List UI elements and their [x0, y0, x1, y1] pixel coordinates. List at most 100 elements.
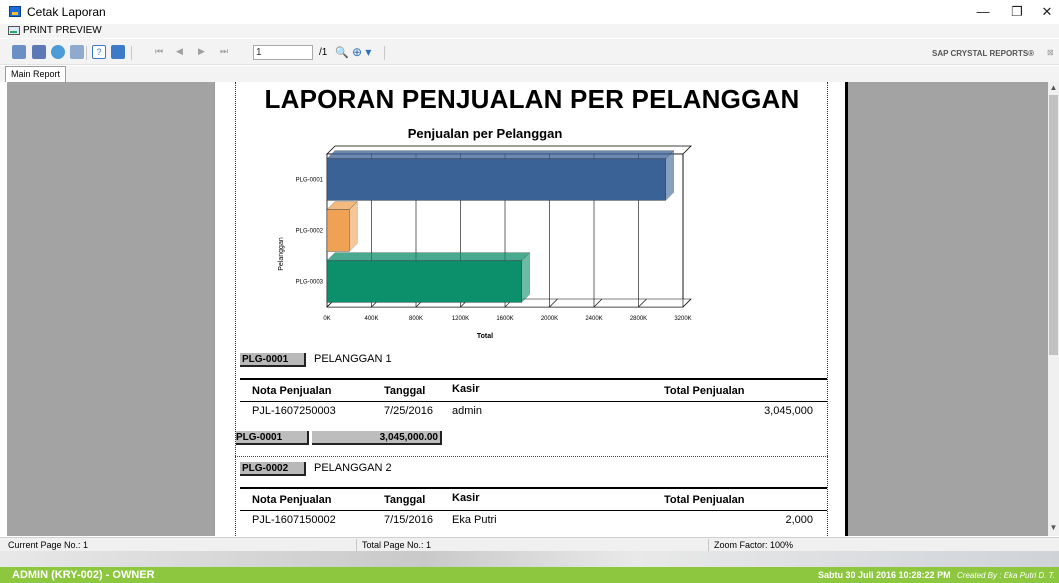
cell-total: 2,000: [785, 514, 813, 526]
summary-total: 3,045,000.00: [312, 431, 442, 445]
vertical-scrollbar[interactable]: ▲ ▼: [1048, 82, 1059, 536]
prev-page-icon[interactable]: ◀: [176, 46, 183, 57]
zoom-status: Zoom Factor: 100%: [714, 540, 794, 550]
category-label: PLG-0003: [296, 280, 324, 286]
category-label: PLG-0001: [296, 178, 324, 184]
bar-side: [349, 201, 358, 252]
report-viewer: LAPORAN PENJUALAN PER PELANGGAN Penjuala…: [7, 82, 1048, 536]
credit: Created By : Eka Putri D. T.: [957, 571, 1055, 580]
title-bar: Cetak Laporan — ❐ ✕: [0, 0, 1059, 24]
group-tree-icon[interactable]: [111, 45, 125, 59]
close-view-icon[interactable]: ⊠: [1047, 48, 1054, 57]
status-separator: [356, 539, 357, 551]
group-code: PLG-0001: [240, 353, 306, 367]
last-page-icon[interactable]: ⏭: [220, 46, 228, 57]
col-kasir: Kasir: [452, 383, 480, 395]
viewer-toolbar: ? ⏮ ◀ ▶ ⏭ 1 /1 🔍 ⊕ ▾ SAP CRYSTAL REPORTS…: [0, 39, 1059, 65]
bar-side: [665, 150, 674, 201]
x-tick-label: 3200K: [674, 316, 691, 322]
minimize-button[interactable]: —: [966, 2, 1000, 22]
print-preview-menu[interactable]: PRINT PREVIEW: [8, 25, 102, 36]
chart-plot: 0K 400K 800K 1200K 1600K 2000K 2400K 2800K 3200K…: [296, 145, 692, 322]
cell-total: 3,045,000: [764, 405, 813, 417]
datetime: Sabtu 30 Juli 2016 10:28:22 PM: [818, 570, 951, 580]
summary-code: PLG-0001: [236, 431, 309, 445]
cell-nota: PJL-1607250003: [252, 405, 336, 417]
crystal-reports-brand: SAP CRYSTAL REPORTS®: [932, 49, 1035, 58]
table-header: Nota Penjualan Tanggal Kasir Total Penju…: [240, 378, 827, 402]
zoom-icon[interactable]: ⊕ ▾: [352, 45, 371, 59]
scroll-down-icon[interactable]: ▼: [1049, 523, 1058, 532]
total-page-status: Total Page No.: 1: [362, 540, 432, 550]
group-name: PELANGGAN 1: [314, 353, 392, 365]
page-total: /1: [319, 47, 328, 58]
status-bar: Current Page No.: 1 Total Page No.: 1 Zo…: [0, 537, 1059, 551]
x-tick-label: 2400K: [585, 316, 602, 322]
page-number-input[interactable]: 1: [253, 45, 313, 60]
scroll-thumb[interactable]: [1049, 95, 1058, 355]
app-status-bar: ADMIN (KRY-002) - OWNER Sabtu 30 Juli 20…: [0, 567, 1059, 583]
x-tick-label: 400K: [364, 316, 378, 322]
status-separator: [708, 539, 709, 551]
copy-icon[interactable]: [70, 45, 84, 59]
current-page-status: Current Page No.: 1: [8, 540, 89, 550]
cell-tanggal: 7/25/2016: [384, 405, 433, 417]
chart-title: Penjualan per Pelanggan: [408, 126, 563, 141]
col-total: Total Penjualan: [664, 385, 745, 397]
logged-user: ADMIN (KRY-002) - OWNER: [12, 569, 155, 581]
menu-bar: PRINT PREVIEW: [0, 24, 1059, 38]
group-name: PELANGGAN 2: [314, 462, 392, 474]
col-tanggal: Tanggal: [384, 385, 426, 397]
tab-main-report[interactable]: Main Report: [5, 66, 67, 82]
col-total: Total Penjualan: [664, 494, 745, 506]
cell-kasir: Eka Putri: [452, 514, 497, 526]
cell-kasir: admin: [452, 405, 482, 417]
chart-y-axis-label: Pelanggan: [278, 237, 285, 271]
x-tick-label: 800K: [409, 316, 423, 322]
refresh-icon[interactable]: [51, 45, 65, 59]
table-header: Nota Penjualan Tanggal Kasir Total Penju…: [240, 487, 827, 511]
toolbar-separator: [384, 46, 385, 60]
export-icon[interactable]: [12, 45, 26, 59]
col-tanggal: Tanggal: [384, 494, 426, 506]
col-kasir: Kasir: [452, 492, 480, 504]
help-icon[interactable]: ?: [92, 45, 106, 59]
bar-side: [521, 252, 530, 303]
bar-top: [326, 252, 531, 261]
bar: [326, 260, 522, 303]
print-preview-icon: [8, 26, 20, 35]
cell-nota: PJL-1607150002: [252, 514, 336, 526]
tab-bar: Main Report: [0, 66, 1059, 82]
toolbar-separator: [86, 46, 87, 60]
group-divider: [235, 456, 828, 457]
bar: [326, 158, 666, 201]
scroll-up-icon[interactable]: ▲: [1049, 83, 1058, 92]
window-title: Cetak Laporan: [27, 5, 106, 19]
report-page: LAPORAN PENJUALAN PER PELANGGAN Penjuala…: [214, 82, 848, 536]
toolbar-separator: [131, 46, 132, 60]
first-page-icon[interactable]: ⏮: [155, 46, 163, 57]
col-nota: Nota Penjualan: [252, 494, 332, 506]
app-icon: [9, 6, 21, 17]
x-tick-label: 2000K: [541, 316, 558, 322]
print-preview-label: PRINT PREVIEW: [23, 25, 102, 36]
background-strip: [0, 551, 1059, 567]
chart-x-axis-label: Total: [477, 333, 493, 340]
sales-chart: Penjualan per Pelanggan 0K 400K 800K 1200K 1…: [278, 126, 692, 340]
print-icon[interactable]: [32, 45, 46, 59]
cell-tanggal: 7/15/2016: [384, 514, 433, 526]
find-icon[interactable]: 🔍: [335, 46, 349, 59]
restore-button[interactable]: ❐: [1000, 2, 1034, 22]
col-nota: Nota Penjualan: [252, 385, 332, 397]
next-page-icon[interactable]: ▶: [198, 46, 205, 57]
bar-top: [326, 150, 675, 159]
x-tick-label: 0K: [323, 316, 330, 322]
x-tick-label: 1600K: [496, 316, 513, 322]
category-label: PLG-0002: [296, 229, 324, 235]
bar: [326, 209, 350, 252]
group-code: PLG-0002: [240, 462, 306, 476]
x-tick-label: 1200K: [452, 316, 469, 322]
x-tick-label: 2800K: [630, 316, 647, 322]
report-title: LAPORAN PENJUALAN PER PELANGGAN: [264, 84, 800, 114]
close-button[interactable]: ✕: [1030, 2, 1059, 22]
